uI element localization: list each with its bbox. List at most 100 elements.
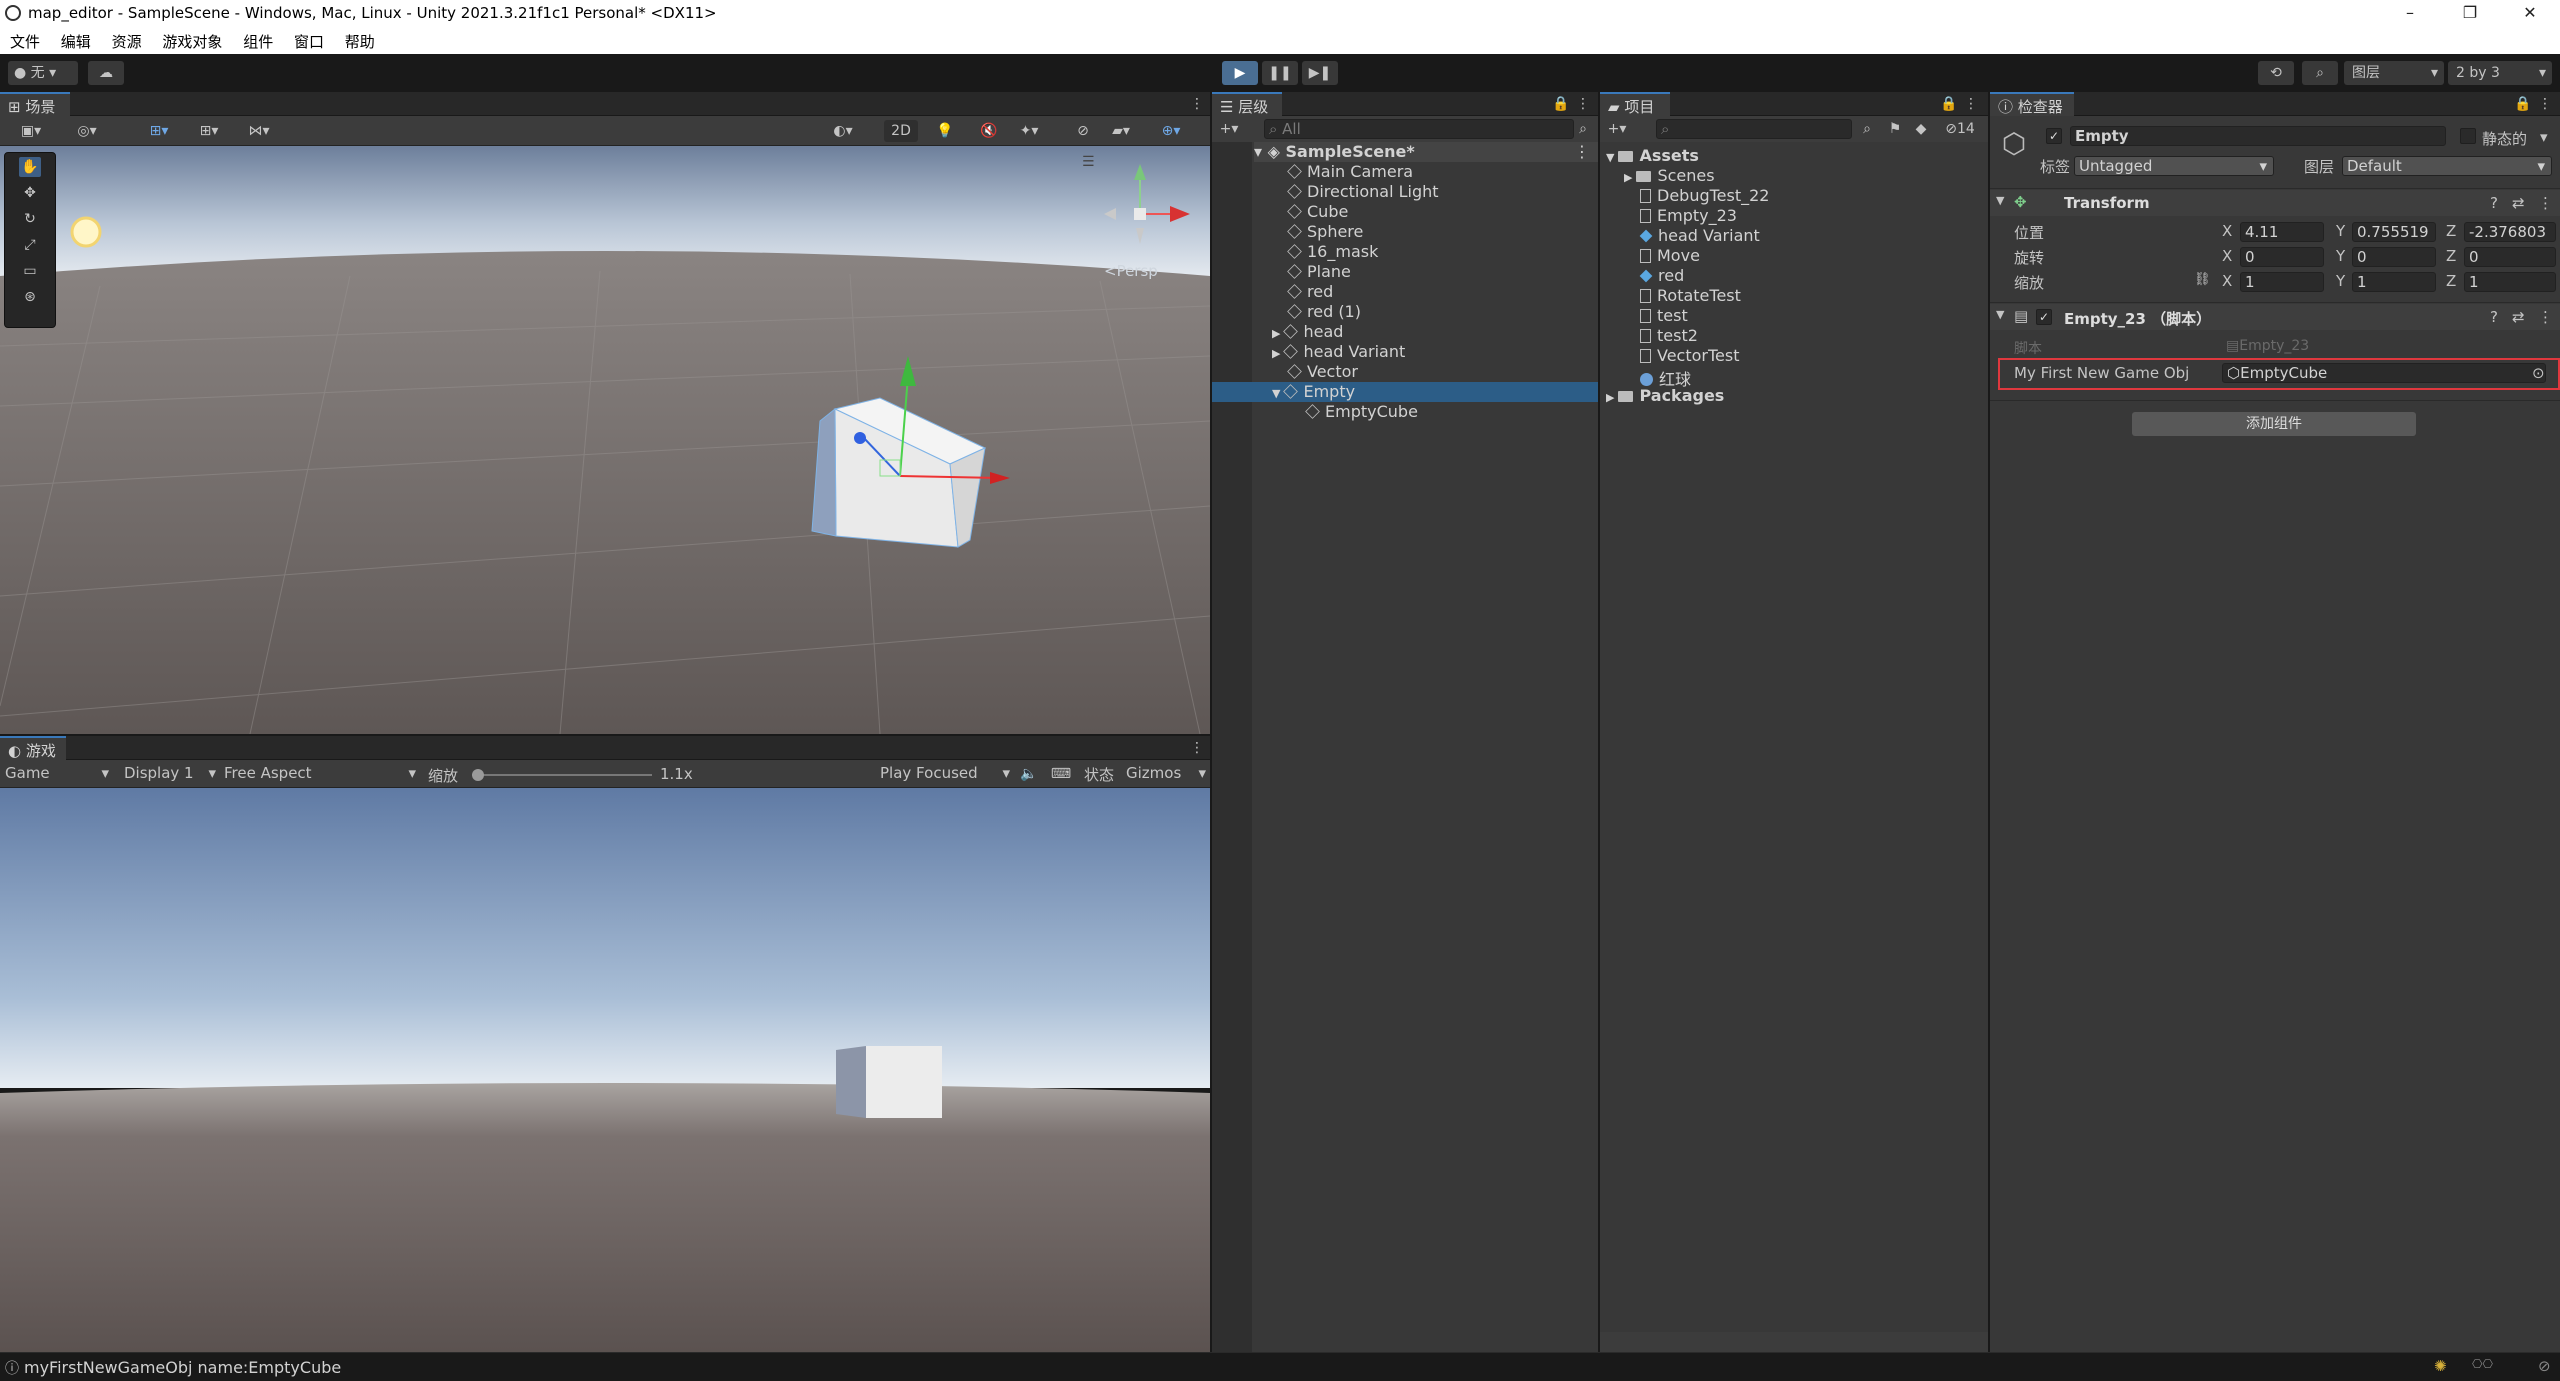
more-options-icon[interactable]: ⋮	[1186, 94, 1208, 114]
scene-viewport[interactable]: ✋ ✥ ↻ ⤢ ▭ ⊛ <Persp ☰	[0, 146, 1210, 734]
component-enabled-checkbox[interactable]: ✓	[2036, 309, 2052, 325]
lock-icon[interactable]: 🔒	[1550, 94, 1572, 114]
effects-icon[interactable]: ✦▾	[1018, 121, 1040, 141]
rect-tool-icon[interactable]: ▭	[19, 261, 41, 281]
add-object-icon[interactable]: +▾	[1218, 119, 1240, 139]
overlay-menu-icon[interactable]: ☰	[1082, 154, 1095, 170]
lighting-bake-icon[interactable]: ✺	[2434, 1357, 2447, 1375]
more-options-icon[interactable]: ⋮	[2538, 194, 2553, 212]
help-icon[interactable]: ?	[2490, 194, 2498, 212]
menu-file[interactable]: 文件	[10, 28, 40, 52]
folder-packages[interactable]: ▶ Packages	[1606, 386, 1724, 406]
asset-red-ball[interactable]: 红球	[1640, 366, 1691, 389]
menu-help[interactable]: 帮助	[345, 28, 375, 52]
rotate-tool-icon[interactable]: ↻	[19, 209, 41, 229]
menu-window[interactable]: 窗口	[294, 28, 324, 52]
asset-debugtest-22[interactable]: DebugTest_22	[1640, 186, 1769, 206]
toggle-2d-button[interactable]: 2D	[884, 120, 918, 142]
move-tool-icon[interactable]: ✥	[19, 183, 41, 203]
gizmos-dropdown[interactable]: Gizmos ▾	[1126, 764, 1206, 782]
network-icon[interactable]: ⎔⎔	[2472, 1357, 2493, 1371]
tab-game[interactable]: ◐ 游戏	[0, 736, 66, 760]
folder-scenes[interactable]: ▶ Scenes	[1624, 166, 1715, 186]
audio-icon[interactable]: 🔇	[978, 121, 1000, 141]
mute-audio-icon[interactable]: 🔈	[1018, 764, 1040, 784]
hand-tool-icon[interactable]: ✋	[19, 157, 41, 177]
rotation-x-field[interactable]: 0	[2240, 247, 2324, 267]
project-search-input[interactable]: ⌕	[1656, 119, 1852, 139]
collapse-arrow-icon[interactable]: ▼	[1996, 194, 2004, 207]
cloud-button[interactable]: ☁	[88, 61, 124, 85]
transform-tool-icon[interactable]: ⊛	[19, 287, 41, 307]
layer-dropdown[interactable]: Default ▾	[2342, 156, 2552, 176]
lock-icon[interactable]: 🔒	[2512, 94, 2534, 114]
static-checkbox[interactable]	[2460, 128, 2476, 144]
hierarchy-item-vector[interactable]: Vector	[1287, 362, 1358, 382]
static-dropdown-arrow-icon[interactable]: ▾	[2540, 128, 2548, 146]
lock-icon[interactable]: 🔒	[1938, 94, 1960, 114]
status-bar[interactable]: ⓘ myFirstNewGameObj name:EmptyCube ✺ ⎔⎔ …	[0, 1352, 2560, 1381]
search-filter-icon[interactable]: ⌕	[1572, 119, 1594, 139]
object-picker-icon[interactable]: ⊙	[2532, 364, 2545, 382]
object-reference-field[interactable]: ⬡EmptyCube	[2222, 363, 2546, 383]
history-button[interactable]: ⟲	[2258, 61, 2294, 85]
hierarchy-item-sphere[interactable]: Sphere	[1287, 222, 1363, 242]
increment-snap-icon[interactable]: ⋈▾	[248, 121, 270, 141]
tag-icon[interactable]: ◆	[1910, 119, 1932, 139]
expand-arrow-icon[interactable]: ▶	[1272, 347, 1280, 360]
asset-vectortest[interactable]: VectorTest	[1640, 346, 1740, 366]
snap-icon[interactable]: ⊞▾	[148, 121, 170, 141]
close-button[interactable]: ✕	[2500, 0, 2560, 28]
active-checkbox[interactable]: ✓	[2046, 128, 2062, 144]
scale-slider[interactable]	[472, 769, 652, 781]
scene-root-row[interactable]: ▾ ◈ SampleScene* ⋮	[1254, 142, 1598, 162]
preset-icon[interactable]: ⇄	[2512, 194, 2525, 212]
hierarchy-item-main-camera[interactable]: Main Camera	[1287, 162, 1413, 182]
hierarchy-search-input[interactable]: ⌕ All	[1264, 119, 1574, 139]
hierarchy-item-red-1[interactable]: red (1)	[1287, 302, 1361, 322]
filter-by-label-icon[interactable]: ⚑	[1884, 119, 1906, 139]
status-message[interactable]: myFirstNewGameObj name:EmptyCube	[24, 1358, 341, 1377]
stats-button[interactable]: 状态	[1084, 764, 1114, 785]
layout-dropdown[interactable]: 2 by 3 ▾	[2448, 61, 2552, 85]
asset-test2[interactable]: test2	[1640, 326, 1698, 346]
expand-arrow-icon[interactable]: ▶	[1272, 327, 1280, 340]
account-dropdown[interactable]: ● 无 ▾	[8, 61, 78, 85]
menu-component[interactable]: 组件	[243, 28, 273, 52]
position-x-field[interactable]: 4.11	[2240, 222, 2324, 242]
asset-red[interactable]: red	[1639, 266, 1684, 286]
asset-head-variant[interactable]: head Variant	[1639, 226, 1760, 246]
scale-x-field[interactable]: 1	[2240, 272, 2324, 292]
hierarchy-item-16-mask[interactable]: 16_mask	[1287, 242, 1378, 262]
folder-assets[interactable]: ▼ Assets	[1606, 146, 1699, 166]
script-component-header[interactable]: ▼ ▤ ✓ Empty_23 （脚本） ? ⇄ ⋮	[1990, 304, 2560, 330]
aspect-dropdown[interactable]: Free Aspect ▾	[224, 764, 416, 782]
object-name-field[interactable]: Empty	[2070, 126, 2446, 146]
pause-button[interactable]: ❚❚	[1262, 61, 1298, 85]
more-options-icon[interactable]: ⋮	[2538, 308, 2553, 326]
game-view-dropdown[interactable]: Game ▾	[5, 764, 109, 782]
step-button[interactable]: ▶❚	[1302, 61, 1338, 85]
play-mode-dropdown[interactable]: Play Focused ▾	[880, 764, 1010, 782]
tab-inspector[interactable]: ⓘ 检查器	[1990, 92, 2074, 116]
asset-rotatetest[interactable]: RotateTest	[1640, 286, 1741, 306]
restore-button[interactable]: ❐	[2440, 0, 2500, 28]
tab-hierarchy[interactable]: ☰ 层级	[1212, 92, 1282, 116]
play-button[interactable]: ▶	[1222, 61, 1258, 85]
hierarchy-item-directional-light[interactable]: Directional Light	[1287, 182, 1439, 202]
lighting-icon[interactable]: 💡	[934, 121, 956, 141]
search-by-type-icon[interactable]: ⌕	[1856, 119, 1878, 139]
hierarchy-item-red[interactable]: red	[1287, 282, 1333, 302]
more-options-icon[interactable]: ⋮	[1960, 94, 1982, 114]
scene-gizmo-icon[interactable]	[1098, 154, 1198, 250]
scale-y-field[interactable]: 1	[2352, 272, 2436, 292]
scale-slider-handle[interactable]	[472, 769, 484, 781]
scale-z-field[interactable]: 1	[2464, 272, 2556, 292]
menu-assets[interactable]: 资源	[112, 28, 142, 52]
menu-gameobject[interactable]: 游戏对象	[162, 28, 222, 52]
keyboard-icon[interactable]: ⌨	[1050, 764, 1072, 784]
minimize-button[interactable]: –	[2380, 0, 2440, 28]
collapse-arrow-icon[interactable]: ▼	[1606, 151, 1614, 164]
hierarchy-item-head[interactable]: ▶ head	[1272, 322, 1343, 342]
more-options-icon[interactable]: ⋮	[2534, 94, 2556, 114]
